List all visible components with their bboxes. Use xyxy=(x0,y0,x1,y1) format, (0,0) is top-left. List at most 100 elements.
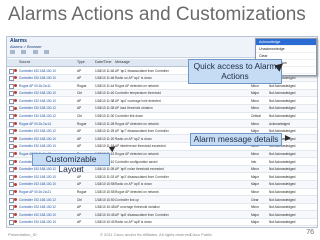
table-row[interactable]: Controller 192.168.100.10 AP 1/18/10 10:40… xyxy=(7,219,317,227)
row-severity: Major xyxy=(251,212,259,217)
table-row[interactable]: Rogue AP 00:1b:2a:21Rogue 1/18/10 10:55 A… xyxy=(7,189,317,197)
row-message[interactable]: AP coverage threshold violation xyxy=(115,205,245,209)
row-source[interactable]: Controller 192.168.100.10 xyxy=(19,91,74,95)
row-message[interactable]: Rogue AP detected on network xyxy=(115,152,245,156)
table-row[interactable]: Controller 192.168.100.12AP1/18/10 11:05… xyxy=(7,165,317,174)
table-row[interactable]: Controller 192.168.100.12 AP 1/18/10 11:35… xyxy=(7,104,317,113)
row-source[interactable]: Controller 192.168.100.12 xyxy=(19,198,74,202)
row-message[interactable]: AP 'ap9' noise threshold exceeded xyxy=(115,167,245,171)
toolbar-button[interactable] xyxy=(44,50,50,54)
row-source[interactable]: Controller 192.168.100.12 xyxy=(19,106,74,110)
severity-icon xyxy=(14,152,17,156)
row-source[interactable]: Controller 192.168.100.12 xyxy=(19,205,74,209)
row-source[interactable]: Controller 192.168.100.10 xyxy=(19,76,74,80)
row-message[interactable]: Rogue AP detected on network xyxy=(115,190,245,194)
row-source[interactable]: Controller 192.168.100.10 xyxy=(19,213,74,217)
table-row[interactable]: Rogue AP 00:1b:2a:14Rogue 1/18/10 11:28 A… xyxy=(7,120,317,128)
severity-icon xyxy=(14,98,17,102)
row-type: Rogue xyxy=(77,121,87,126)
row-source[interactable]: Controller 192.168.100.10 xyxy=(19,99,74,103)
row-message[interactable]: Radio on AP 'ap5' is down xyxy=(115,182,245,186)
table-row[interactable]: Controller 192.168.100.10 AP 1/18/10 10:45… xyxy=(7,211,317,219)
table-row[interactable]: Controller 192.168.100.10 Ctrl 1/18/10 11:… xyxy=(7,89,317,98)
table-row[interactable]: Controller 192.168.100.12Ctrl 1/18/10 11:… xyxy=(7,113,317,121)
row-type: AP xyxy=(77,144,82,149)
row-message[interactable]: Rogue AP detected on network xyxy=(115,84,245,88)
row-datetime: 1/18/10 10:48 AM xyxy=(95,205,115,210)
row-datetime: 1/18/10 11:46 AM xyxy=(95,68,115,73)
row-source[interactable]: Controller 192.168.100.12 xyxy=(19,114,74,118)
breadcrumb[interactable]: Alarms > Browser xyxy=(10,44,42,49)
toolbar-button[interactable] xyxy=(21,50,27,54)
severity-icon xyxy=(14,220,17,224)
row-state: Not Acknowledged xyxy=(269,167,296,172)
row-type: AP xyxy=(77,220,82,225)
row-state: Not Acknowledged xyxy=(269,220,296,225)
toolbar-button[interactable] xyxy=(32,50,38,54)
row-severity: Minor xyxy=(251,106,259,111)
row-message[interactable]: Controller link up xyxy=(115,198,245,202)
row-datetime: 1/18/10 11:38 AM xyxy=(95,98,115,103)
row-severity: Major xyxy=(251,182,259,187)
row-message[interactable]: Radio on AP 'ap8' is down xyxy=(115,220,245,224)
row-source[interactable]: Controller 192.168.100.12 xyxy=(19,129,74,133)
row-type: AP xyxy=(77,129,82,134)
column-header-datetime[interactable]: Date/Time xyxy=(95,60,111,64)
row-message[interactable]: AP load threshold violation xyxy=(115,106,245,110)
row-datetime: 1/18/10 11:44 AM xyxy=(95,83,115,88)
row-severity: Minor xyxy=(251,152,259,157)
row-state: Not Acknowledged xyxy=(269,212,296,217)
severity-icon xyxy=(14,190,17,194)
table-row[interactable]: Controller 192.168.100.10 AP 1/18/10 11:02… xyxy=(7,173,317,181)
row-source[interactable]: Controller 192.168.100.10 xyxy=(19,137,74,141)
row-type: Rogue xyxy=(77,83,87,88)
row-state: Not Acknowledged xyxy=(269,106,296,111)
row-source[interactable]: Controller 192.168.100.10 xyxy=(19,220,74,224)
row-datetime: 1/18/10 10:40 AM xyxy=(95,220,115,225)
column-header-source[interactable]: Source xyxy=(19,60,30,64)
alarm-table-body: Controller 192.168.100.10 AP 1/18/10 11:46… xyxy=(7,67,317,227)
row-message[interactable]: AP 'ap3' disassociated from Controller xyxy=(115,175,245,179)
row-source[interactable]: Rogue AP 00:1b:2a:21 xyxy=(19,190,74,194)
row-datetime: 1/18/10 10:50 AM xyxy=(95,197,115,202)
row-source[interactable]: Controller 192.168.100.10 xyxy=(19,69,74,73)
row-message[interactable]: Controller link down xyxy=(115,114,245,118)
menu-item[interactable]: Acknowledge xyxy=(256,39,316,46)
page-number: 76 xyxy=(306,229,314,236)
row-message[interactable]: Controller configuration saved xyxy=(115,160,245,164)
severity-icon xyxy=(14,144,17,148)
row-severity: Major xyxy=(251,220,259,225)
row-datetime: 1/18/10 11:28 AM xyxy=(95,121,115,126)
column-header-message[interactable]: Message xyxy=(115,60,130,64)
row-message[interactable]: AP 'ap4' coverage hole detected xyxy=(115,99,245,103)
table-row[interactable]: Controller 192.168.100.12 Ctrl 1/18/10 10:… xyxy=(7,196,317,204)
footer-copyright: © 2011 Cisco and/or its affiliates. All … xyxy=(100,232,193,237)
row-message[interactable]: AP 'ap6' disassociated from Controller xyxy=(115,213,245,217)
row-source[interactable]: Controller 192.168.100.10 xyxy=(19,175,74,179)
column-header-type[interactable]: Type xyxy=(77,60,85,64)
row-severity: Minor xyxy=(251,83,259,88)
footer-presentation-id: Presentation_ID xyxy=(8,232,37,237)
toolbar-button[interactable] xyxy=(10,50,15,54)
severity-icon xyxy=(14,106,17,110)
severity-icon xyxy=(14,68,17,72)
row-message[interactable]: Rogue AP detected on network xyxy=(115,122,245,126)
row-source[interactable]: Controller 192.168.100.10 xyxy=(19,182,74,186)
severity-icon xyxy=(14,212,17,216)
row-source[interactable]: Controller 192.168.100.10 xyxy=(19,144,74,148)
row-source[interactable]: Rogue AP 00:1b:2a:11 xyxy=(19,84,74,88)
row-datetime: 1/18/10 11:40 AM xyxy=(95,91,115,96)
table-row[interactable]: Controller 192.168.100.10 AP 1/18/10 10:58… xyxy=(7,180,317,189)
row-message[interactable]: Controller temperature threshold xyxy=(115,91,245,95)
row-type: AP xyxy=(77,212,82,217)
severity-icon xyxy=(14,114,17,118)
row-state: Acknowledged xyxy=(269,121,290,126)
table-row[interactable]: Controller 192.168.100.12 AP 1/18/10 10:48… xyxy=(7,204,317,212)
row-type: AP xyxy=(77,205,82,210)
row-state: Not Acknowledged xyxy=(269,114,296,119)
callout-arrow-icon xyxy=(285,135,291,141)
table-row[interactable]: Controller 192.168.100.10 AP 1/18/10 11:38… xyxy=(7,97,317,105)
menu-item[interactable]: Unacknowledge xyxy=(256,46,316,53)
row-severity: Minor xyxy=(251,190,259,194)
row-source[interactable]: Rogue AP 00:1b:2a:14 xyxy=(19,122,74,126)
